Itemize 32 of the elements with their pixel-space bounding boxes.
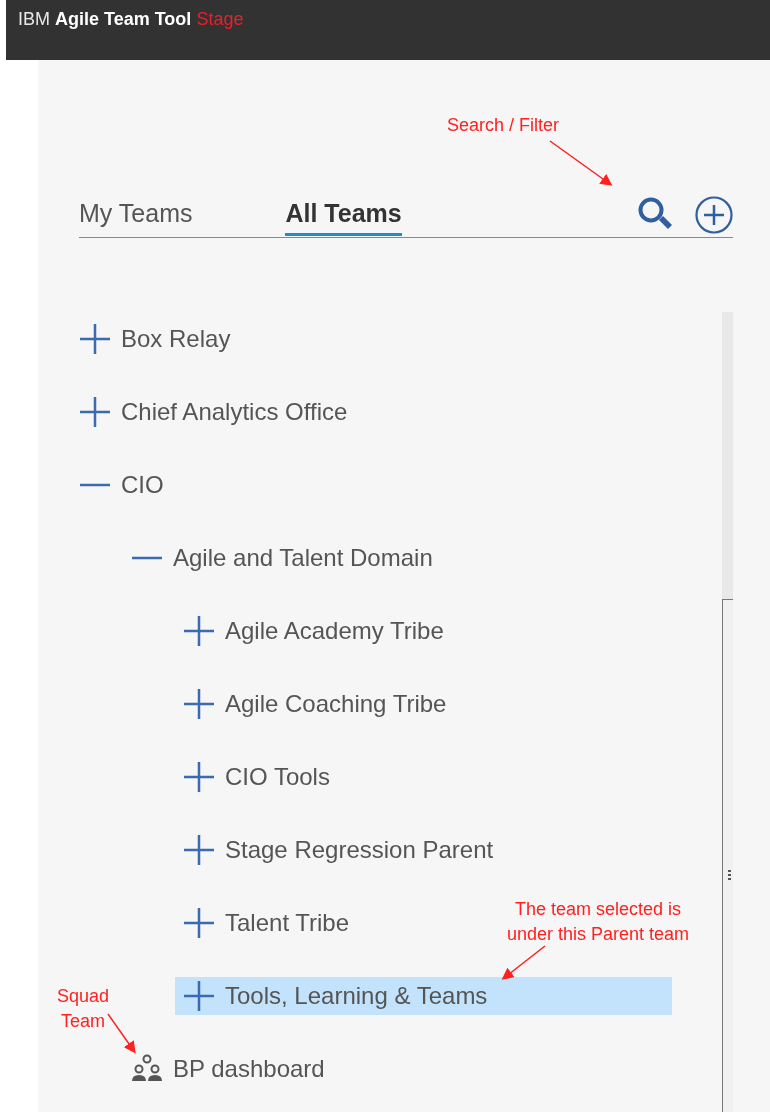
- expand-icon[interactable]: [79, 396, 111, 428]
- tab[interactable]: All Teams: [285, 196, 402, 236]
- tree-item[interactable]: CIO: [71, 466, 172, 504]
- expand-icon[interactable]: [183, 615, 215, 647]
- tree-item[interactable]: Stage Regression Parent: [175, 831, 502, 869]
- expand-icon[interactable]: [183, 834, 215, 866]
- annotation-text: Squad Team: [55, 985, 111, 1033]
- tree-item[interactable]: Chief Analytics Office: [71, 393, 356, 431]
- tree-item[interactable]: Agile Academy Tribe: [175, 612, 452, 650]
- tree-item[interactable]: Tools, Learning & Teams: [175, 977, 672, 1015]
- annotation-text: The team selected is under this Parent team: [505, 898, 691, 946]
- expand-icon[interactable]: [183, 907, 215, 939]
- annotation-arrow: [501, 945, 546, 980]
- annotation-arrow: [107, 1013, 136, 1054]
- tree-item[interactable]: Talent Tribe: [175, 904, 358, 942]
- environment-label: Stage: [196, 9, 244, 30]
- tree-item[interactable]: Agile and Talent Domain: [123, 539, 441, 577]
- tree-item[interactable]: CIO Tools: [175, 758, 338, 796]
- expand-icon[interactable]: [79, 323, 111, 355]
- brand-name: IBM: [18, 9, 50, 30]
- tree-item[interactable]: Box Relay: [71, 320, 239, 358]
- app-name: Agile Team Tool: [55, 9, 192, 30]
- expand-icon[interactable]: [183, 688, 215, 720]
- tab[interactable]: My Teams: [79, 196, 193, 236]
- scrollbar[interactable]: [722, 312, 733, 1112]
- annotation-text: Search / Filter: [447, 114, 560, 137]
- expand-icon[interactable]: [183, 761, 215, 793]
- tree-item[interactable]: BP dashboard: [123, 1050, 333, 1088]
- annotation-arrow: [549, 140, 613, 186]
- tree-item[interactable]: Agile Coaching Tribe: [175, 685, 455, 723]
- expand-icon[interactable]: [183, 980, 215, 1012]
- add-icon[interactable]: [695, 196, 733, 234]
